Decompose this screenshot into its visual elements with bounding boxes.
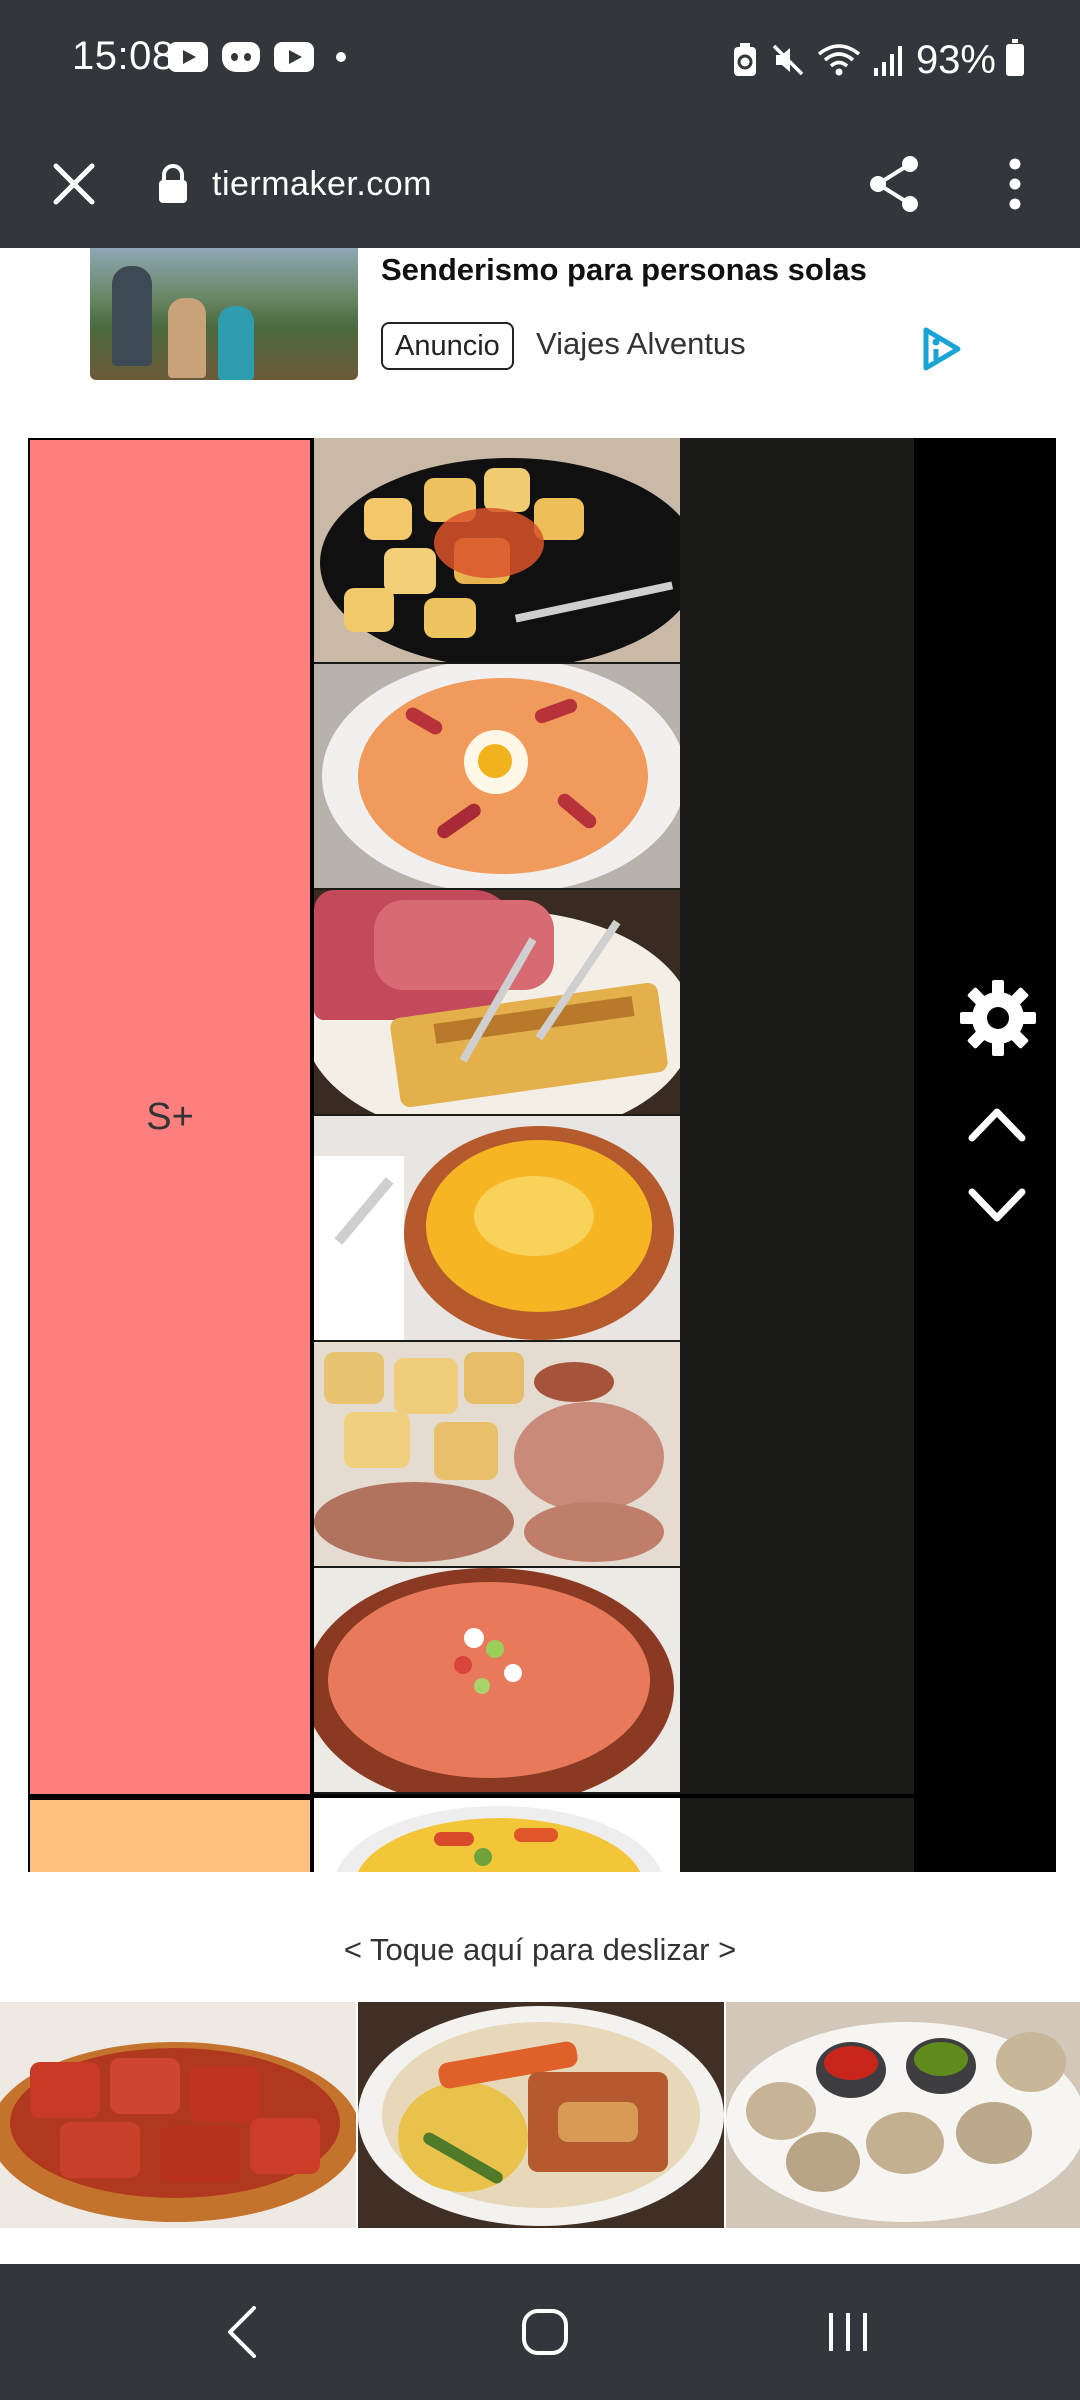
carousel-item-papas-arrugadas[interactable] xyxy=(726,2002,1080,2228)
tier-item-salmorejo[interactable] xyxy=(314,664,680,888)
gear-icon[interactable] xyxy=(958,978,1038,1058)
clock: 15:08 xyxy=(72,34,175,78)
lock-icon xyxy=(159,164,187,203)
chevron-up-icon[interactable] xyxy=(964,1098,1030,1150)
system-icons: 93% xyxy=(730,30,1024,90)
youtube-icon xyxy=(274,42,314,72)
wifi-icon xyxy=(817,44,861,76)
tier-item-jamon-empanada[interactable] xyxy=(314,890,680,1114)
battery-percent: 93% xyxy=(915,37,996,82)
tier-items-2 xyxy=(314,1798,914,1872)
close-icon xyxy=(53,163,95,205)
tier-row-s-plus: S+ xyxy=(28,438,1056,1796)
tier-items-s-plus xyxy=(314,438,914,1794)
tier-item-crema-catalana[interactable] xyxy=(314,1116,680,1340)
adchoices-icon[interactable] xyxy=(916,324,966,374)
tier-item-gazpacho[interactable] xyxy=(314,1568,680,1792)
more-vert-icon xyxy=(1009,158,1021,210)
ad-title[interactable]: Senderismo para personas solas xyxy=(381,252,867,288)
tier-item-patatas-bravas[interactable] xyxy=(314,438,680,662)
discord-icon xyxy=(222,42,260,72)
carousel-item-callos[interactable] xyxy=(0,2002,356,2228)
share-icon xyxy=(870,156,918,212)
unranked-items-carousel xyxy=(0,2002,1080,2228)
home-icon xyxy=(522,2309,568,2355)
battery-saver-icon xyxy=(733,43,756,76)
share-button[interactable] xyxy=(858,138,930,230)
mute-icon xyxy=(772,44,804,76)
tier-controls-s-plus xyxy=(914,438,1056,1796)
ad-badge: Anuncio xyxy=(381,322,514,370)
back-button[interactable] xyxy=(182,2292,302,2372)
ad-banner[interactable]: Senderismo para personas solas Anuncio V… xyxy=(0,248,1080,418)
recents-button[interactable] xyxy=(788,2292,908,2372)
close-button[interactable] xyxy=(40,150,108,218)
chevron-down-icon[interactable] xyxy=(964,1180,1030,1232)
tier-item-pulpo-gallega[interactable] xyxy=(314,1342,680,1566)
url-bar[interactable]: tiermaker.com xyxy=(156,142,432,226)
signal-icon xyxy=(873,46,902,76)
battery-icon xyxy=(1006,39,1024,76)
ad-advertiser[interactable]: Viajes Alventus xyxy=(536,326,746,362)
tier-row-2 xyxy=(28,1798,1056,1872)
notification-icons xyxy=(168,42,346,72)
youtube-icon xyxy=(168,42,208,72)
carousel-item-cocido[interactable] xyxy=(358,2002,724,2228)
browser-toolbar: tiermaker.com xyxy=(0,120,1080,248)
url-text: tiermaker.com xyxy=(212,164,432,203)
notification-dot-icon xyxy=(336,52,346,62)
tier-label-text: S+ xyxy=(146,1095,194,1138)
tier-list: S+ xyxy=(28,438,1056,1872)
tier-label-s-plus[interactable]: S+ xyxy=(28,438,312,1796)
more-options-button[interactable] xyxy=(985,138,1045,230)
status-bar: 15:08 93% xyxy=(0,0,1080,120)
home-button[interactable] xyxy=(485,2292,605,2372)
tier-item-paella[interactable] xyxy=(314,1798,680,1872)
system-navbar xyxy=(0,2264,1080,2400)
back-icon xyxy=(228,2306,256,2358)
swipe-hint[interactable]: < Toque aquí para deslizar > xyxy=(0,1932,1080,1968)
tier-controls-2 xyxy=(914,1798,1056,1872)
tier-label-2[interactable] xyxy=(28,1798,312,1872)
recents-icon xyxy=(829,2313,867,2351)
ad-image[interactable] xyxy=(90,248,358,380)
